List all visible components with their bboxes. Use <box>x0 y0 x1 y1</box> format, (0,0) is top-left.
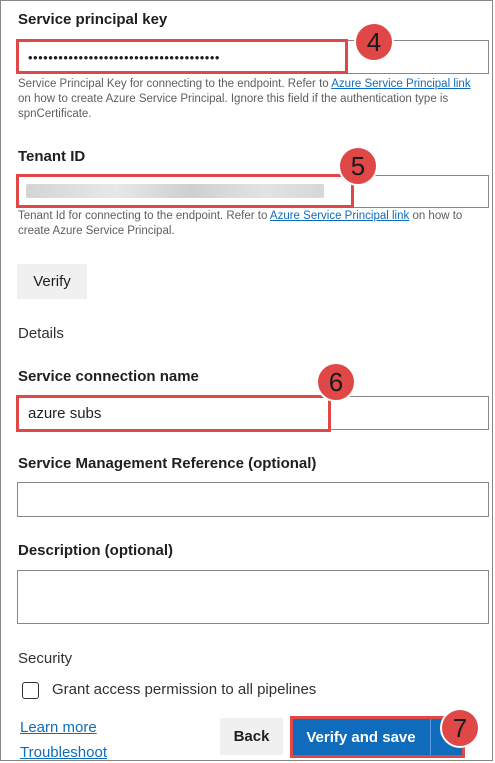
spn-key-help-link[interactable]: Azure Service Principal link <box>331 78 470 90</box>
annotation-box-4 <box>16 39 348 74</box>
annotation-badge-6: 6 <box>316 362 356 402</box>
connection-name-label: Service connection name <box>18 368 199 385</box>
description-textarea[interactable] <box>17 570 489 624</box>
grant-access-checkbox[interactable] <box>22 682 39 699</box>
verify-button[interactable]: Verify <box>17 264 87 299</box>
annotation-badge-5: 5 <box>338 146 378 186</box>
spn-key-help: Service Principal Key for connecting to … <box>18 78 471 120</box>
tenant-id-help: Tenant Id for connecting to the endpoint… <box>18 210 463 237</box>
service-mgmt-ref-label: Service Management Reference (optional) <box>18 455 317 472</box>
annotation-box-7 <box>290 716 465 758</box>
tenant-id-label: Tenant ID <box>18 148 86 165</box>
grant-access-label[interactable]: Grant access permission to all pipelines <box>52 681 316 698</box>
learn-more-link[interactable]: Learn more <box>20 719 97 736</box>
tenant-id-help-link[interactable]: Azure Service Principal link <box>270 210 409 222</box>
security-heading: Security <box>18 650 73 667</box>
description-label: Description (optional) <box>18 542 173 559</box>
spn-key-label: Service principal key <box>18 11 168 28</box>
annotation-badge-7: 7 <box>440 708 480 748</box>
troubleshoot-link[interactable]: Troubleshoot <box>20 744 107 761</box>
back-button[interactable]: Back <box>220 718 283 755</box>
details-heading: Details <box>18 325 64 342</box>
annotation-box-6 <box>16 395 331 432</box>
annotation-badge-4: 4 <box>354 22 394 62</box>
annotation-box-5 <box>16 174 354 208</box>
service-mgmt-ref-input[interactable] <box>17 482 489 517</box>
